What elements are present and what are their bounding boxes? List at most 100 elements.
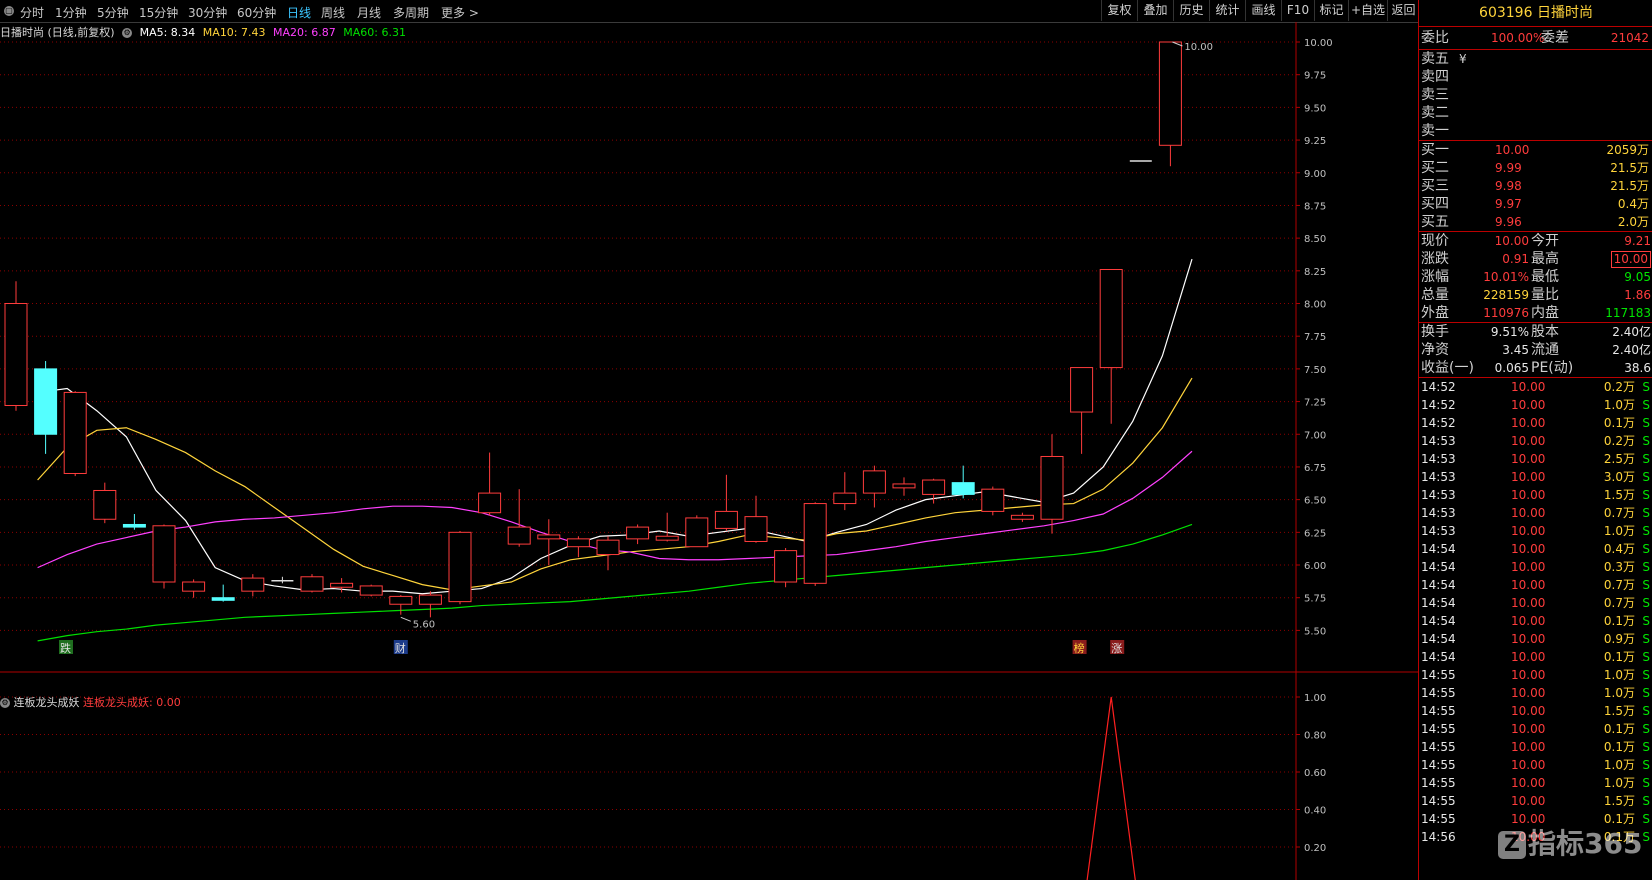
stat-value: 9.05 — [1624, 270, 1651, 284]
tick-row: 14:53 10.00 1.0万 S — [1419, 522, 1652, 540]
stat-label: 外盘 — [1421, 305, 1449, 321]
tick-row: 14:55 10.00 1.0万 S — [1419, 756, 1652, 774]
buy-level-row[interactable]: 买五 9.96 2.0万 — [1419, 213, 1652, 231]
sell-level-row[interactable]: 卖四 — [1419, 68, 1652, 86]
tick-price: 10.00 — [1511, 416, 1546, 430]
candle-body — [892, 483, 916, 489]
period-tab-more[interactable]: 更多 > — [441, 4, 479, 21]
tick-time: 14:54 — [1421, 614, 1456, 628]
period-tab-fenshi[interactable]: 分时 — [20, 4, 44, 21]
quote-stat-row: 外盘 110976 内盘 117183 — [1419, 304, 1652, 322]
tick-side: S — [1642, 686, 1650, 700]
tick-side: S — [1642, 524, 1650, 538]
sell-level-row[interactable]: 卖一 — [1419, 122, 1652, 140]
period-tab-60min[interactable]: 60分钟 — [237, 4, 276, 21]
buy-level-row[interactable]: 买三 9.98 21.5万 — [1419, 177, 1652, 195]
tick-time: 14:52 — [1421, 398, 1456, 412]
stat-label: 涨幅 — [1421, 269, 1449, 285]
tick-row: 14:54 10.00 0.3万 S — [1419, 558, 1652, 576]
indicator-settings-icon[interactable]: ⚙ — [0, 698, 10, 708]
candle-body — [93, 489, 117, 520]
tick-price: 10.00 — [1511, 524, 1546, 538]
tick-side: S — [1642, 758, 1650, 772]
quote-stat-row: 现价 10.00 今开 9.21 — [1419, 232, 1652, 250]
tick-time: 14:54 — [1421, 578, 1456, 592]
tick-price: 10.00 — [1511, 398, 1546, 412]
tick-time: 14:54 — [1421, 632, 1456, 646]
tick-time: 14:53 — [1421, 524, 1456, 538]
candle-body — [537, 534, 561, 540]
period-tab-30min[interactable]: 30分钟 — [188, 4, 227, 21]
tick-time: 14:54 — [1421, 542, 1456, 556]
toggle-icon[interactable]: ▢ — [4, 6, 14, 16]
buy-level-row[interactable]: 买二 9.99 21.5万 — [1419, 159, 1652, 177]
buy-level-label: 买一 — [1421, 142, 1449, 158]
tick-side: S — [1642, 668, 1650, 682]
kline-chart[interactable]: 10.00 9.75 9.50 9.25 9.00 8.75 8.50 8.25 8.00 7.7… — [0, 22, 1418, 880]
fuquan-button[interactable]: 复权 — [1101, 0, 1137, 21]
tick-row: 14:54 10.00 0.9万 S — [1419, 630, 1652, 648]
mark-button[interactable]: 标记 — [1314, 0, 1348, 21]
sell-level-row[interactable]: 卖五 ¥ — [1419, 50, 1652, 68]
candle-body — [951, 482, 975, 495]
buy-level-vol: 21.5万 — [1610, 179, 1649, 193]
period-tab-monthly[interactable]: 月线 — [357, 4, 381, 21]
tick-row: 14:53 10.00 3.0万 S — [1419, 468, 1652, 486]
indicator-tick-label: 0.80 — [1304, 731, 1326, 742]
period-tab-multi[interactable]: 多周期 — [393, 4, 429, 21]
ma10-line — [37, 377, 1193, 591]
overlay-button[interactable]: 叠加 — [1137, 0, 1173, 21]
tick-row: 14:53 10.00 0.2万 S — [1419, 432, 1652, 450]
stat-label: 今开 — [1531, 233, 1559, 249]
period-tab-15min[interactable]: 15分钟 — [139, 4, 178, 21]
y-tick-label: 9.00 — [1304, 169, 1326, 180]
f10-button[interactable]: F10 — [1281, 0, 1314, 21]
tick-vol: 0.1万 — [1603, 614, 1635, 628]
tick-vol: 1.0万 — [1603, 758, 1635, 772]
stats-button[interactable]: 统计 — [1209, 0, 1245, 21]
stat-label: 内盘 — [1531, 305, 1559, 321]
tick-row: 14:55 10.00 0.1万 S — [1419, 720, 1652, 738]
period-tab-5min[interactable]: 5分钟 — [97, 4, 129, 21]
candle-body — [833, 492, 857, 505]
stat-value: 228159 — [1483, 288, 1529, 302]
watermark-logo: Z — [1498, 831, 1526, 859]
event-marker: 财 — [395, 641, 406, 655]
history-button[interactable]: 历史 — [1173, 0, 1209, 21]
quote-stat-row: 总量 228159 量比 1.86 — [1419, 286, 1652, 304]
sell-level-row[interactable]: 卖三 — [1419, 86, 1652, 104]
buy-level-label: 买五 — [1421, 214, 1449, 230]
tick-row: 14:52 10.00 0.2万 S — [1419, 378, 1652, 396]
stock-header: 603196 日播时尚 — [1419, 0, 1652, 27]
tick-list[interactable]: 14:52 10.00 0.2万 S 14:52 10.00 1.0万 S 14:52 10.00… — [1419, 378, 1652, 846]
candle-body — [744, 516, 768, 542]
tick-row: 14:54 10.00 0.4万 S — [1419, 540, 1652, 558]
add-favorite-button[interactable]: +自选 — [1348, 0, 1387, 21]
candle-body — [448, 531, 472, 603]
tick-side: S — [1642, 812, 1650, 826]
period-tab-1min[interactable]: 1分钟 — [55, 4, 87, 21]
buy-level-label: 买三 — [1421, 178, 1449, 194]
sell-level-row[interactable]: 卖二 — [1419, 104, 1652, 122]
draw-line-button[interactable]: 画线 — [1245, 0, 1281, 21]
tick-side: S — [1642, 776, 1650, 790]
period-tab-weekly[interactable]: 周线 — [321, 4, 345, 21]
candle-body — [655, 535, 679, 541]
period-tab-daily[interactable]: 日线 — [287, 4, 311, 21]
buy-level-row[interactable]: 买一 10.00 2059万 — [1419, 141, 1652, 159]
y-tick-label: 9.50 — [1304, 103, 1326, 114]
tick-time: 14:53 — [1421, 452, 1456, 466]
tick-vol: 1.0万 — [1603, 686, 1635, 700]
back-button[interactable]: 返回 — [1387, 0, 1419, 21]
sell-level-label: 卖三 — [1421, 87, 1449, 103]
tick-time: 14:53 — [1421, 506, 1456, 520]
tick-time: 14:54 — [1421, 650, 1456, 664]
tick-vol: 3.0万 — [1603, 470, 1635, 484]
buy-level-row[interactable]: 买四 9.97 0.4万 — [1419, 195, 1652, 213]
sell-level-label: 卖一 — [1421, 123, 1449, 139]
tick-vol: 0.7万 — [1603, 506, 1635, 520]
tick-time: 14:55 — [1421, 758, 1456, 772]
candle-body — [1099, 269, 1123, 369]
watermark: Z 指标365 — [1498, 822, 1642, 862]
event-marker: 涨 — [1111, 642, 1122, 655]
